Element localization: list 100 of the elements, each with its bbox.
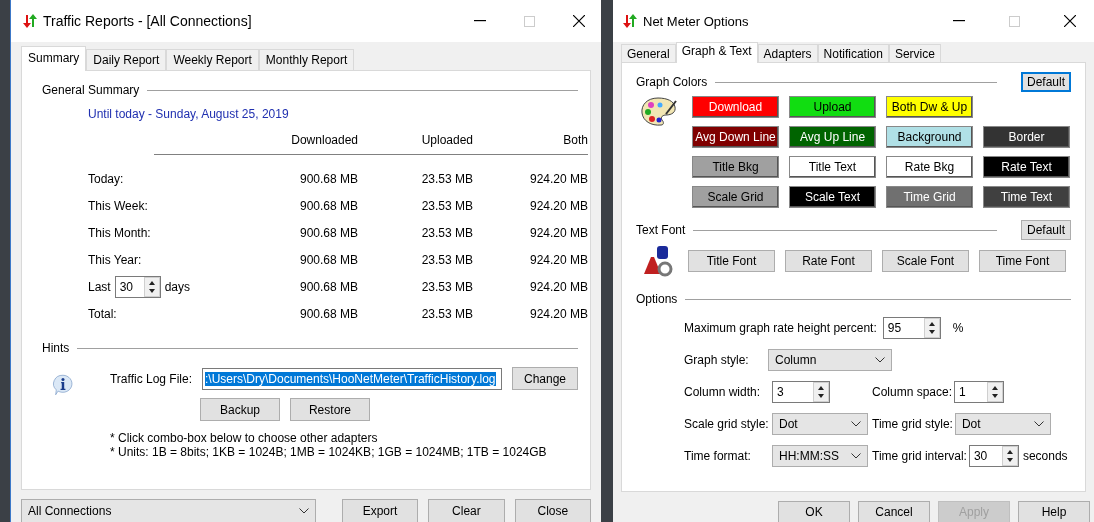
unit-label: seconds (1022, 449, 1068, 463)
table-cell-text: 900.68 MB (298, 225, 358, 240)
path-field[interactable]: :\Users\Dry\Documents\HooNetMeter\TrafficHistory.log (202, 367, 502, 390)
table-cell-text: 23.53 MB (420, 171, 473, 186)
window-title: Net Meter Options (643, 13, 750, 29)
row-label: This Week: (88, 198, 149, 213)
dropdown[interactable]: Column (768, 349, 892, 371)
color-button[interactable]: Time Text (983, 186, 1070, 208)
spin-field[interactable]: 30 (114, 275, 161, 298)
color-button[interactable]: Border (983, 126, 1070, 148)
chevron-down-icon (875, 357, 885, 363)
tab[interactable]: General (621, 44, 676, 62)
field-label: Column space: (872, 385, 953, 399)
section-heading: Options (636, 292, 678, 306)
row-label: Today: (88, 171, 125, 186)
font-button[interactable]: Title Font (688, 250, 775, 272)
section-heading: Graph Colors (636, 75, 708, 89)
field-label: Traffic Log File: (109, 371, 192, 386)
table-cell-text: 900.68 MB (298, 279, 358, 294)
tab[interactable]: Adapters (757, 44, 818, 62)
color-button[interactable]: Title Bkg (692, 156, 779, 178)
spin-field[interactable]: 30 (968, 445, 1019, 467)
section-heading: General Summary (42, 83, 140, 97)
table-cell-text: 23.53 MB (420, 279, 473, 294)
maximize-icon (524, 15, 535, 27)
font-button[interactable]: Scale Font (882, 250, 969, 272)
field-label: Scale grid style: (684, 417, 768, 431)
chevron-down-icon (298, 508, 309, 514)
change-button[interactable]: Change (512, 367, 578, 390)
close-icon[interactable] (1064, 15, 1076, 27)
restore-button[interactable]: Restore (289, 398, 370, 421)
table-cell-text: 924.20 MB (528, 225, 588, 240)
table-cell-text: 900.68 MB (298, 198, 358, 213)
column-header: Both (562, 132, 588, 147)
footer-button[interactable]: Clear (428, 499, 505, 522)
tab[interactable]: Notification (817, 44, 889, 62)
tab[interactable]: Daily Report (86, 49, 167, 70)
table-cell-text: 924.20 MB (528, 252, 588, 267)
table-cell-text: 924.20 MB (528, 171, 588, 186)
up-down-arrows-icon[interactable] (813, 382, 829, 402)
dialog-button[interactable]: Help (1018, 501, 1090, 522)
color-button[interactable]: Scale Grid (692, 186, 779, 208)
minimize-icon[interactable] (953, 20, 965, 22)
hint-text: * Units: 1B = 8bits; 1KB = 1024B; 1MB = 1024KB; 1GB = 1024MB; 1TB = 1024GB (109, 445, 548, 459)
palette-icon (640, 96, 678, 128)
table-cell-text: 924.20 MB (528, 279, 588, 294)
footer-button[interactable]: Close (514, 499, 591, 522)
minimize-icon[interactable] (474, 20, 486, 22)
default-button[interactable]: Default (1021, 72, 1071, 92)
font-button[interactable]: Rate Font (785, 250, 872, 272)
up-down-arrows-icon[interactable] (1001, 446, 1018, 466)
table-cell-text: 900.68 MB (298, 171, 358, 186)
tab[interactable]: Summary (21, 46, 87, 71)
app-icon (621, 13, 637, 29)
window-title: Traffic Reports - [All Connections] (43, 13, 253, 29)
up-down-arrows-icon[interactable] (987, 382, 1004, 402)
app-icon (21, 13, 37, 29)
dropdown[interactable]: Dot (954, 413, 1051, 435)
field-label: Graph style: (684, 353, 750, 367)
font-button[interactable]: Time Font (979, 250, 1066, 272)
unit-label: days (164, 279, 191, 294)
column-header: Uploaded (420, 132, 473, 147)
tab[interactable]: Monthly Report (258, 49, 355, 70)
up-down-arrows-icon[interactable] (923, 318, 940, 338)
table-cell-text: 900.68 MB (298, 252, 358, 267)
spin-field[interactable]: 1 (954, 381, 1005, 403)
tab[interactable]: Weekly Report (166, 49, 259, 70)
color-button[interactable]: Time Grid (886, 186, 973, 208)
default-button[interactable]: Default (1021, 220, 1071, 240)
table-cell-text: 924.20 MB (528, 306, 588, 321)
dropdown[interactable]: HH:MM:SS (772, 445, 868, 467)
dialog-button[interactable]: Cancel (858, 501, 930, 522)
unit-label: % (952, 321, 964, 335)
dialog-button[interactable]: OK (778, 501, 850, 522)
color-button[interactable]: Both Dw & Up (886, 96, 973, 118)
close-icon[interactable] (573, 15, 585, 27)
color-button[interactable]: Download (692, 96, 779, 118)
dropdown[interactable]: All Connections (21, 499, 316, 522)
backup-button[interactable]: Backup (199, 398, 280, 421)
color-button[interactable]: Upload (789, 96, 876, 118)
color-button[interactable]: Title Text (789, 156, 876, 178)
tab[interactable]: Graph & Text (675, 42, 758, 63)
footer-button[interactable]: Export (341, 499, 419, 522)
color-button[interactable]: Background (886, 126, 973, 148)
color-button[interactable]: Scale Text (789, 186, 876, 208)
hint-text: * Click combo-box below to choose other adapters (109, 431, 379, 445)
color-button[interactable]: Avg Down Line (692, 126, 779, 148)
field-label: Column width: (684, 385, 762, 399)
color-button[interactable]: Avg Up Line (789, 126, 876, 148)
spin-field[interactable]: 3 (772, 381, 830, 403)
color-button[interactable]: Rate Bkg (886, 156, 973, 178)
row-label: This Year: (88, 252, 143, 267)
section-heading: Hints (42, 341, 70, 355)
tab[interactable]: Service (888, 44, 941, 62)
section-heading: Text Font (636, 223, 686, 237)
up-down-arrows-icon[interactable] (143, 276, 160, 297)
column-header: Downloaded (290, 132, 358, 147)
spin-field[interactable]: 95 (882, 317, 941, 339)
color-button[interactable]: Rate Text (983, 156, 1070, 178)
dropdown[interactable]: Dot (772, 413, 868, 435)
